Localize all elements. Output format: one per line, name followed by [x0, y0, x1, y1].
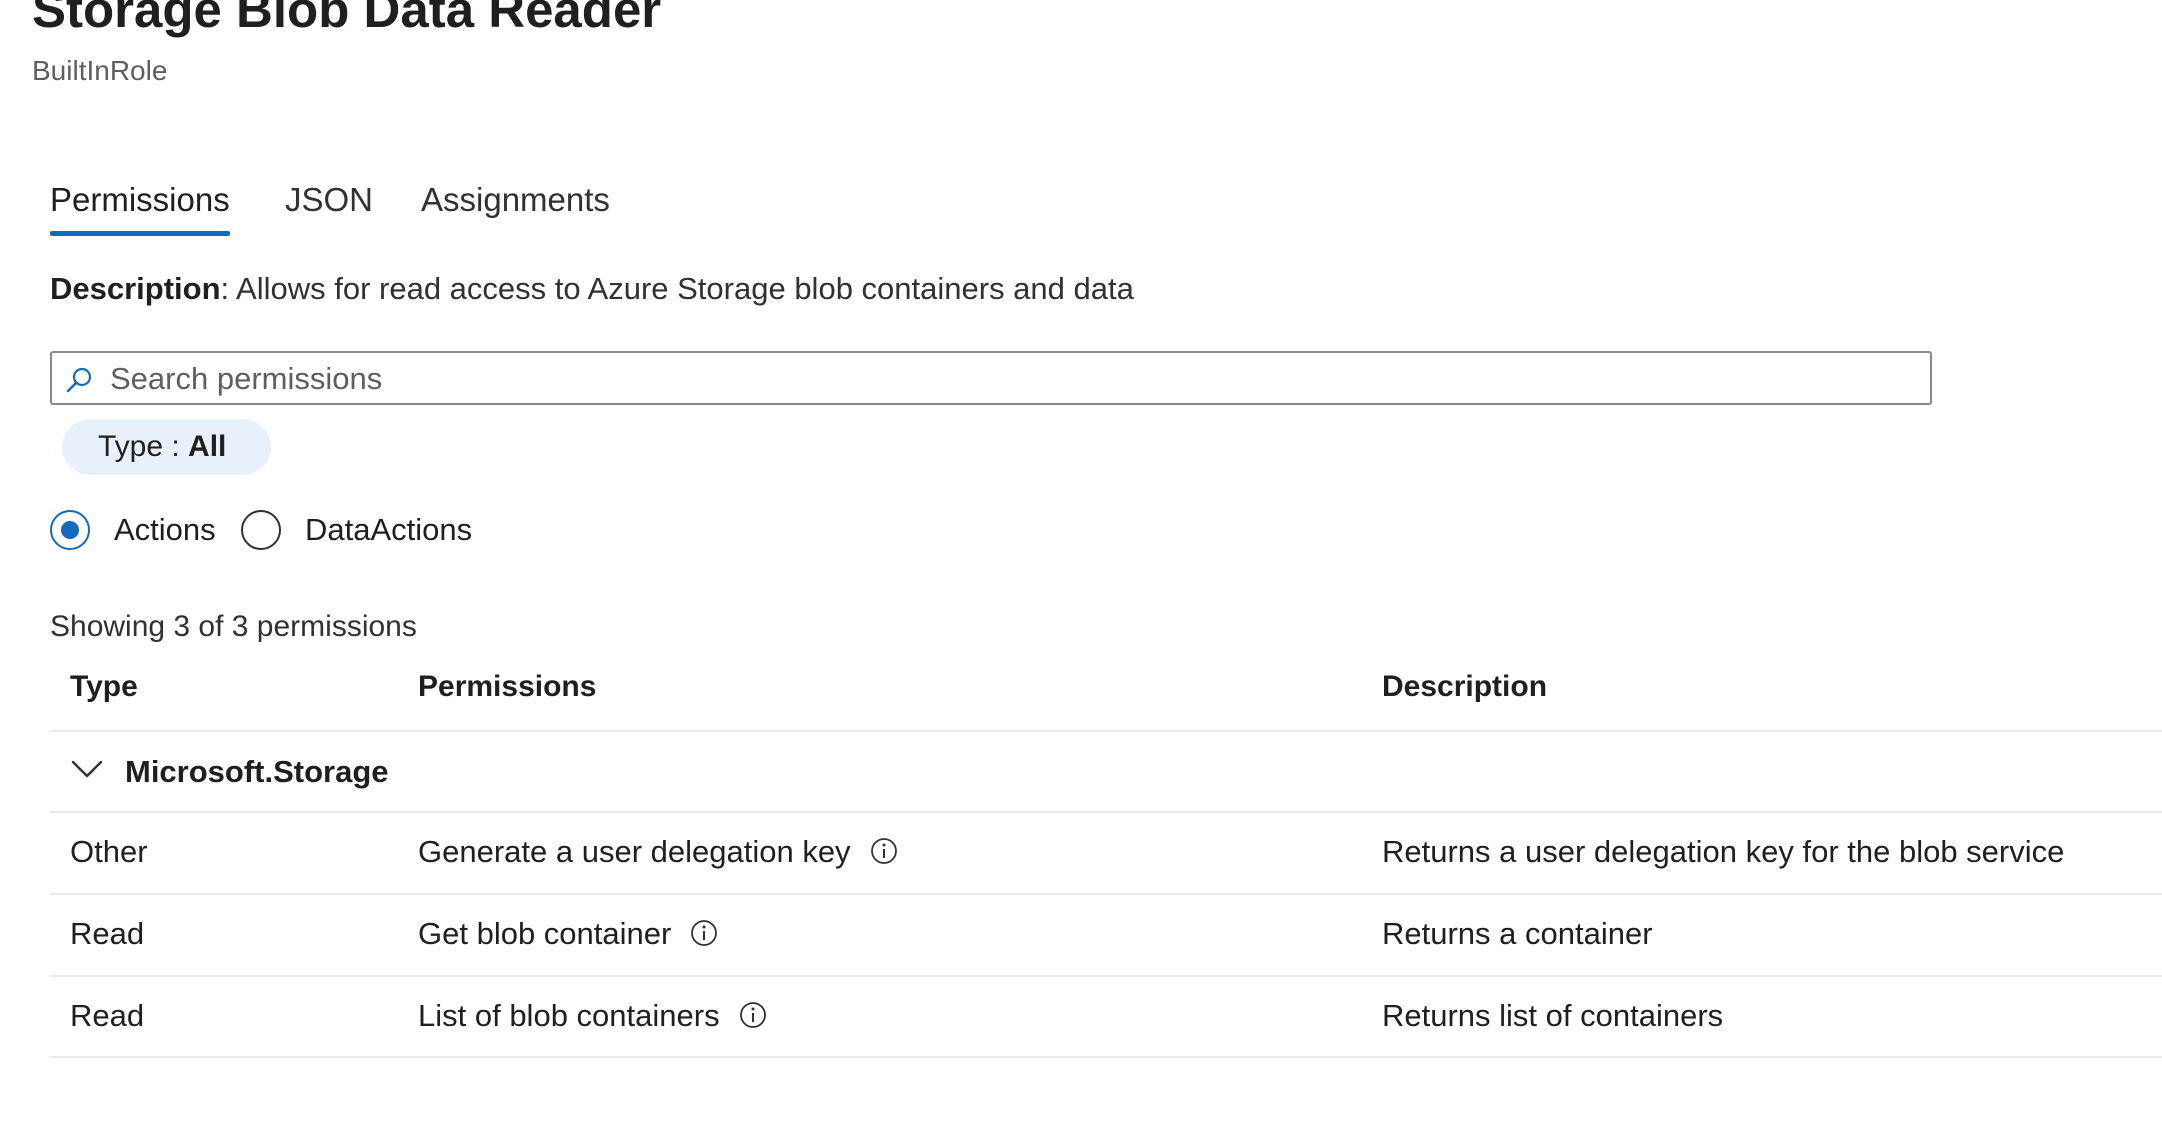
- radio-actions[interactable]: Actions: [50, 510, 230, 554]
- row-description: Returns list of containers: [1382, 998, 1724, 1033]
- search-icon: [66, 367, 92, 393]
- filter-value: All: [188, 430, 227, 463]
- row-type: Read: [70, 998, 145, 1033]
- results-count: Showing 3 of 3 permissions: [50, 610, 417, 643]
- role-details-page: Storage Blob Data Reader BuiltInRole Per…: [0, 0, 2162, 1126]
- filter-prefix: Type :: [98, 430, 189, 463]
- row-description: Returns a user delegation key for the bl…: [1382, 834, 2065, 869]
- table-row: Read Get blob container Returns a contai…: [50, 894, 2162, 975]
- table-row: Other Generate a user delegation key Ret…: [50, 812, 2162, 893]
- description-label: Description: [50, 271, 221, 306]
- row-permission: Generate a user delegation key: [418, 834, 899, 870]
- tab-json[interactable]: JSON: [285, 178, 373, 236]
- search-input[interactable]: [108, 353, 1912, 405]
- permission-label: Get blob container: [418, 916, 672, 951]
- page-title: Storage Blob Data Reader: [32, 0, 662, 38]
- group-row-microsoft-storage[interactable]: Microsoft.Storage: [50, 732, 2162, 812]
- radio-dataactions-label: DataActions: [305, 512, 473, 547]
- group-label: Microsoft.Storage: [125, 754, 389, 789]
- tab-assignments-label: Assignments: [421, 181, 610, 218]
- tab-permissions-label: Permissions: [50, 181, 230, 218]
- radio-actions-label: Actions: [114, 512, 216, 547]
- row-divider: [50, 1056, 2162, 1058]
- info-icon[interactable]: [869, 836, 899, 866]
- permission-label: List of blob containers: [418, 998, 720, 1033]
- row-type: Other: [70, 834, 148, 869]
- radio-actions-circle[interactable]: [50, 510, 90, 550]
- row-permission: Get blob container: [418, 916, 719, 952]
- search-box[interactable]: [50, 351, 1932, 405]
- column-header-type: Type: [70, 670, 138, 703]
- table-row: Read List of blob containers Returns lis…: [50, 976, 2162, 1057]
- column-header-description: Description: [1382, 670, 1548, 703]
- tab-assignments[interactable]: Assignments: [421, 178, 610, 236]
- row-description: Returns a container: [1382, 916, 1653, 951]
- chevron-down-icon[interactable]: [70, 752, 104, 786]
- row-permission: List of blob containers: [418, 998, 768, 1034]
- permission-label: Generate a user delegation key: [418, 834, 851, 869]
- type-filter-pill[interactable]: Type : All: [62, 419, 272, 475]
- page-subtitle: BuiltInRole: [32, 55, 168, 86]
- info-icon[interactable]: [738, 1000, 768, 1030]
- radio-dataactions[interactable]: DataActions: [241, 510, 501, 554]
- radio-dataactions-circle[interactable]: [241, 510, 281, 550]
- tab-permissions[interactable]: Permissions: [50, 178, 230, 236]
- row-type: Read: [70, 916, 145, 951]
- radio-selected-dot: [61, 521, 79, 539]
- role-description: Description: Allows for read access to A…: [50, 271, 1134, 307]
- description-text: : Allows for read access to Azure Storag…: [220, 271, 1134, 306]
- tab-json-label: JSON: [285, 181, 374, 218]
- info-icon[interactable]: [689, 918, 719, 948]
- active-tab-indicator: [50, 231, 230, 236]
- column-header-permissions: Permissions: [418, 670, 597, 703]
